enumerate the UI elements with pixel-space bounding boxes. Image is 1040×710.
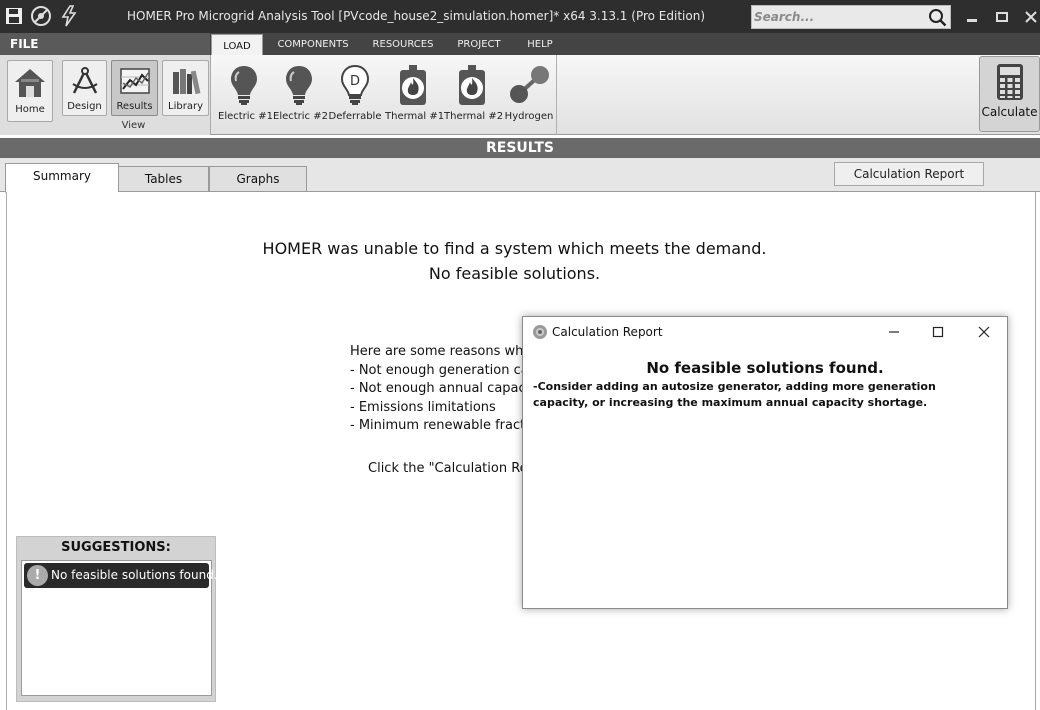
click-hint: Click the "Calculation Rep <box>368 461 536 476</box>
electric-1-label: Electric #1 <box>218 111 273 122</box>
electric-1-button[interactable]: Electric #1 <box>218 63 273 123</box>
thermal-1-label: Thermal #1 <box>385 111 445 122</box>
file-tab[interactable]: FILE <box>0 33 210 55</box>
results-chart-icon <box>112 61 157 97</box>
tab-components[interactable]: COMPONENTS <box>268 33 358 55</box>
ribbon-tab-bar: FILE LOAD COMPONENTS RESOURCES PROJECT H… <box>0 33 1040 56</box>
results-label: Results <box>116 101 153 112</box>
calculate-button[interactable]: Calculate <box>979 56 1040 132</box>
thermal-1-button[interactable]: Thermal #1 <box>385 63 445 123</box>
results-header: RESULTS <box>0 138 1040 158</box>
calculate-label: Calculate <box>981 105 1038 119</box>
lightbulb-icon <box>273 63 325 107</box>
search-box[interactable] <box>751 5 951 29</box>
hydrogen-label: Hydrogen <box>504 111 554 122</box>
svg-text:D: D <box>350 74 360 89</box>
suggestions-title: SUGGESTIONS: <box>61 540 171 555</box>
tab-load[interactable]: LOAD <box>211 34 263 56</box>
close-icon[interactable] <box>1019 6 1040 28</box>
tab-summary[interactable]: Summary <box>5 163 119 193</box>
deferrable-button[interactable]: D Deferrable <box>328 63 382 123</box>
tab-resources[interactable]: RESOURCES <box>365 33 441 55</box>
design-compass-icon <box>63 61 106 97</box>
reason-item: - Not enough annual capaci <box>350 381 530 396</box>
maximize-icon[interactable] <box>923 321 953 343</box>
calculation-report-button[interactable]: Calculation Report <box>834 162 984 186</box>
warning-icon: ! <box>27 565 48 586</box>
search-input[interactable] <box>754 8 924 26</box>
window-title: HOMER Pro Microgrid Analysis Tool [PVcod… <box>126 9 705 23</box>
lightbulb-icon <box>218 63 270 107</box>
reasons-list: Here are some reasons why - Not enough g… <box>350 343 537 436</box>
lightning-icon[interactable] <box>57 4 81 28</box>
results-tab-bar: Summary Tables Graphs Calculation Report <box>0 158 1040 193</box>
close-icon[interactable] <box>969 321 999 343</box>
reason-item: - Not enough generation ca <box>350 362 529 378</box>
dialog-body-text: -Consider adding an autosize generator, … <box>533 380 936 409</box>
deferrable-label: Deferrable <box>328 111 382 122</box>
reason-item: - Minimum renewable fractio <box>350 418 537 433</box>
design-button[interactable]: Design <box>62 60 107 116</box>
calculator-icon <box>980 57 1039 101</box>
thermal-2-label: Thermal #2 <box>444 111 504 122</box>
minimize-icon[interactable] <box>879 321 909 343</box>
electric-2-label: Electric #2 <box>273 111 328 122</box>
suggestion-text: No feasible solutions found. <box>51 568 218 582</box>
tab-project[interactable]: PROJECT <box>450 33 508 55</box>
minimize-icon[interactable] <box>960 6 984 28</box>
tab-help[interactable]: HELP <box>518 33 562 55</box>
tab-tables[interactable]: Tables <box>118 166 209 192</box>
reason-item: - Emissions limitations <box>350 399 496 415</box>
thermal-flame-icon <box>444 63 500 107</box>
stop-icon[interactable] <box>29 4 53 28</box>
calculation-report-dialog: Calculation Report No feasible solutions… <box>522 316 1008 609</box>
deferrable-bulb-icon: D <box>328 63 382 107</box>
electric-2-button[interactable]: Electric #2 <box>273 63 328 123</box>
suggestion-item[interactable]: ! No feasible solutions found. <box>24 563 218 588</box>
library-books-icon <box>163 61 208 97</box>
home-button[interactable]: Home <box>7 60 53 122</box>
summary-headline: HOMER was unable to find a system which … <box>247 236 782 286</box>
hydrogen-button[interactable]: Hydrogen <box>503 63 555 123</box>
save-icon[interactable] <box>2 4 26 28</box>
headline-line-2: No feasible solutions. <box>428 264 601 283</box>
thermal-flame-icon <box>385 63 441 107</box>
suggestions-list: ! No feasible solutions found. <box>21 560 218 696</box>
homer-app-icon <box>532 324 548 340</box>
thermal-2-button[interactable]: Thermal #2 <box>444 63 504 123</box>
design-label: Design <box>67 101 102 112</box>
title-bar: HOMER Pro Microgrid Analysis Tool [PVcod… <box>0 0 1040 33</box>
group-separator <box>556 55 557 135</box>
home-icon <box>8 61 52 99</box>
reasons-intro: Here are some reasons why <box>350 344 532 359</box>
hydrogen-molecule-icon <box>503 63 555 107</box>
home-label: Home <box>15 104 45 115</box>
headline-line-1: HOMER was unable to find a system which … <box>262 239 767 258</box>
dialog-title: Calculation Report <box>552 325 663 339</box>
view-group-label: View <box>121 120 146 131</box>
library-button[interactable]: Library <box>162 60 209 116</box>
suggestions-panel: SUGGESTIONS: ! No feasible solutions fou… <box>16 536 218 702</box>
tab-graphs[interactable]: Graphs <box>209 166 307 192</box>
dialog-heading: No feasible solutions found. <box>646 359 884 377</box>
library-label: Library <box>168 101 203 112</box>
restore-icon[interactable] <box>990 6 1014 28</box>
ribbon: Home Design Results Library View Electri… <box>0 55 1040 135</box>
results-button[interactable]: Results <box>111 60 158 116</box>
search-icon[interactable] <box>928 8 947 27</box>
